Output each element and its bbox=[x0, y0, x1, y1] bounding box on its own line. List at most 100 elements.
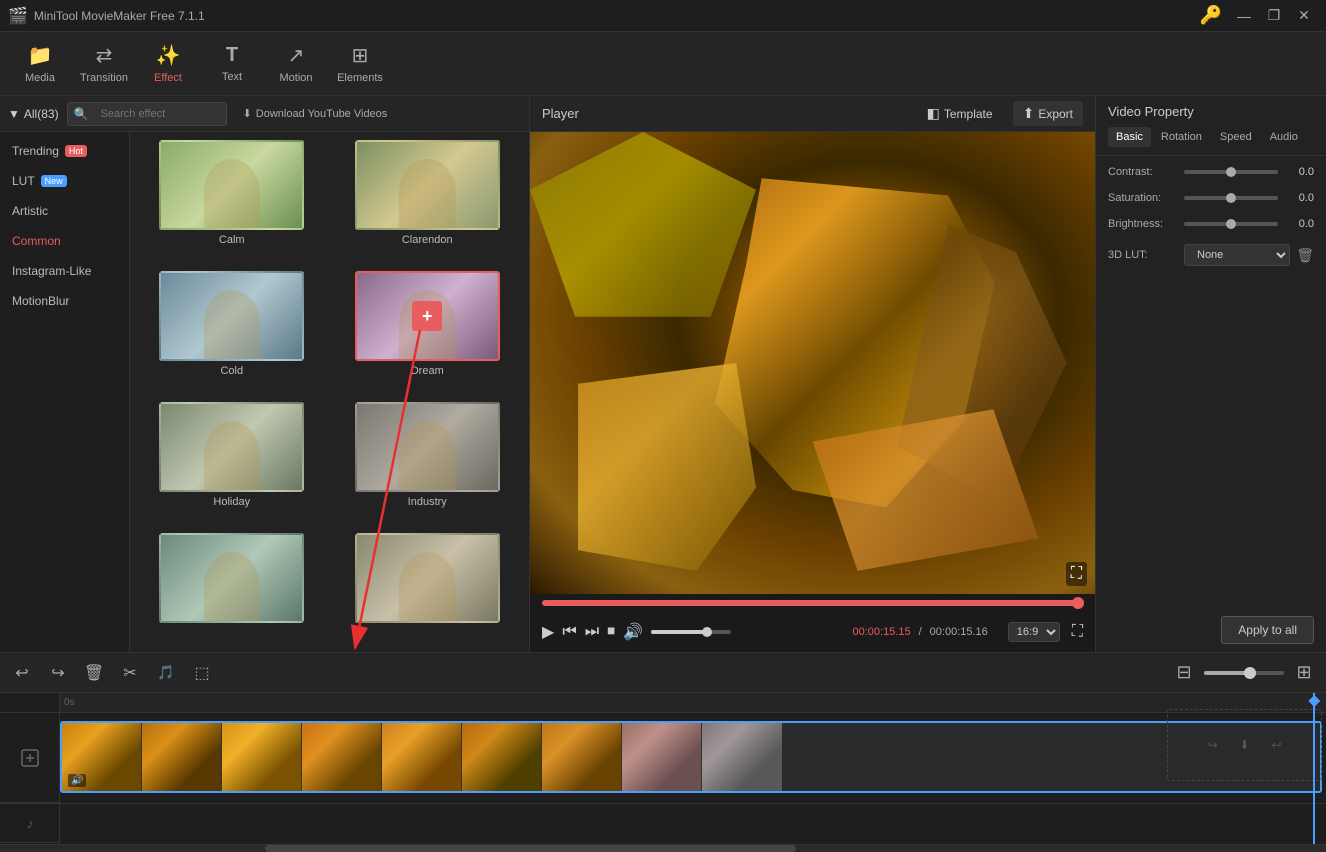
player-video: ⛶ bbox=[530, 132, 1095, 594]
volume-slider[interactable] bbox=[651, 630, 731, 634]
video-frame bbox=[530, 132, 1095, 594]
toolbar-motion[interactable]: ↗ Motion bbox=[264, 36, 328, 92]
download-youtube-button[interactable]: ⬇ Download YouTube Videos bbox=[243, 107, 388, 120]
effect-thumb-dream[interactable]: + bbox=[355, 271, 500, 361]
delete-button[interactable]: 🗑 bbox=[80, 659, 108, 687]
effect-thumb-holiday[interactable] bbox=[159, 402, 304, 492]
template-icon: ◧ bbox=[927, 105, 940, 122]
progress-bar[interactable] bbox=[542, 600, 1083, 606]
effect-cold[interactable]: Cold bbox=[138, 271, 326, 394]
audio-indicator: 🔊 bbox=[68, 774, 86, 787]
export-button[interactable]: ⬆ Export bbox=[1013, 101, 1083, 126]
toolbar-media[interactable]: 📁 Media bbox=[8, 36, 72, 92]
text-icon: T bbox=[226, 44, 238, 67]
saturation-label: Saturation: bbox=[1108, 192, 1178, 204]
playhead[interactable]: 15.6s bbox=[1313, 693, 1315, 844]
effect-thumb-industry[interactable] bbox=[355, 402, 500, 492]
all-effects-badge[interactable]: ▼ All(83) bbox=[8, 107, 59, 121]
sidebar-item-instagram[interactable]: Instagram-Like bbox=[0, 256, 129, 286]
video-frame-2 bbox=[142, 723, 222, 791]
transition-slot-1[interactable]: ↪ ⬇ ↩ bbox=[1167, 709, 1322, 781]
split-button[interactable]: ✂ bbox=[116, 659, 144, 687]
time-current: 00:00:15.15 bbox=[852, 626, 910, 638]
add-dream-button[interactable]: + bbox=[412, 301, 442, 331]
video-clip[interactable]: 🔊 bbox=[60, 721, 1322, 793]
stop-button[interactable]: ⏹ bbox=[607, 623, 615, 641]
next-frame-button[interactable]: ⏭ bbox=[585, 623, 599, 641]
video-frame-5 bbox=[382, 723, 462, 791]
contrast-thumb[interactable] bbox=[1226, 167, 1236, 177]
apply-all-button[interactable]: Apply to all bbox=[1221, 616, 1314, 644]
toolbar: 📁 Media ⇄ Transition ✨ Effect T Text ↗ M… bbox=[0, 32, 1326, 96]
tab-speed[interactable]: Speed bbox=[1212, 127, 1260, 147]
lut-delete-button[interactable]: 🗑 bbox=[1296, 247, 1314, 264]
effect-thumb-b2[interactable] bbox=[355, 533, 500, 623]
video-property-title: Video Property bbox=[1108, 104, 1314, 119]
horizontal-scrollbar[interactable] bbox=[0, 844, 1326, 852]
crop-button[interactable]: ⬚ bbox=[188, 659, 216, 687]
toolbar-elements[interactable]: ⊞ Elements bbox=[328, 36, 392, 92]
hot-badge: Hot bbox=[65, 145, 87, 157]
effect-thumb-clarendon[interactable] bbox=[355, 140, 500, 230]
saturation-slider[interactable] bbox=[1184, 196, 1278, 200]
lut-select[interactable]: None bbox=[1184, 244, 1290, 266]
effect-holiday[interactable]: Holiday bbox=[138, 402, 326, 525]
zoom-out-button[interactable]: ⊟ bbox=[1170, 659, 1198, 687]
motion-icon: ↗ bbox=[288, 43, 305, 68]
effect-thumb-b1[interactable] bbox=[159, 533, 304, 623]
toolbar-transition[interactable]: ⇄ Transition bbox=[72, 36, 136, 92]
zoom-slider[interactable] bbox=[1204, 671, 1284, 675]
zoom-thumb[interactable] bbox=[1244, 667, 1256, 679]
export-icon: ⬆ bbox=[1023, 105, 1035, 122]
sidebar-item-artistic[interactable]: Artistic bbox=[0, 196, 129, 226]
effect-calm[interactable]: Calm bbox=[138, 140, 326, 263]
toolbar-effect[interactable]: ✨ Effect bbox=[136, 36, 200, 92]
lut-row: 3D LUT: None 🗑 bbox=[1108, 244, 1314, 266]
redo-button[interactable]: ↪ bbox=[44, 659, 72, 687]
tab-rotation[interactable]: Rotation bbox=[1153, 127, 1210, 147]
effect-b1[interactable] bbox=[138, 533, 326, 644]
zoom-in-button[interactable]: ⊞ bbox=[1290, 659, 1318, 687]
play-button[interactable]: ▶ bbox=[542, 622, 554, 642]
expand-button[interactable]: ⛶ bbox=[1066, 562, 1087, 586]
undo-button[interactable]: ↩ bbox=[8, 659, 36, 687]
effect-dream[interactable]: + Dream bbox=[334, 271, 522, 394]
progress-thumb[interactable] bbox=[1072, 597, 1084, 609]
search-input[interactable] bbox=[93, 105, 213, 123]
effects-panel-header: ▼ All(83) 🔍 ⬇ Download YouTube Videos bbox=[0, 96, 529, 132]
effect-thumb-calm[interactable] bbox=[159, 140, 304, 230]
effect-clarendon[interactable]: Clarendon bbox=[334, 140, 522, 263]
volume-button[interactable]: 🔊 bbox=[623, 622, 643, 642]
restore-button[interactable]: ❐ bbox=[1260, 6, 1288, 26]
sidebar-item-lut[interactable]: LUT New bbox=[0, 166, 129, 196]
timeline-body: ♪ 0s 15.6s bbox=[0, 693, 1326, 844]
player-header: Player ◧ Template ⬆ Export bbox=[530, 96, 1095, 132]
sidebar-item-common[interactable]: Common bbox=[0, 226, 129, 256]
effect-b2[interactable] bbox=[334, 533, 522, 644]
aspect-ratio-select[interactable]: 16:9 9:16 1:1 4:3 bbox=[1008, 622, 1060, 642]
time-separator: / bbox=[919, 626, 922, 638]
sidebar-item-trending[interactable]: Trending Hot bbox=[0, 136, 129, 166]
brightness-thumb[interactable] bbox=[1226, 219, 1236, 229]
effect-industry[interactable]: Industry bbox=[334, 402, 522, 525]
minimize-button[interactable]: — bbox=[1230, 6, 1258, 26]
scrollbar-thumb[interactable] bbox=[265, 845, 795, 852]
effect-thumb-cold[interactable] bbox=[159, 271, 304, 361]
add-media-icon[interactable] bbox=[0, 713, 60, 803]
tab-audio[interactable]: Audio bbox=[1262, 127, 1306, 147]
saturation-thumb[interactable] bbox=[1226, 193, 1236, 203]
brightness-slider[interactable] bbox=[1184, 222, 1278, 226]
audio-button[interactable]: 🎵 bbox=[152, 659, 180, 687]
prev-frame-button[interactable]: ⏮ bbox=[562, 623, 576, 641]
tab-basic[interactable]: Basic bbox=[1108, 127, 1151, 147]
app-icon: 🎬 bbox=[8, 6, 28, 26]
key-icon[interactable]: 🔑 bbox=[1200, 5, 1222, 26]
volume-thumb[interactable] bbox=[702, 627, 712, 637]
template-button[interactable]: ◧ Template bbox=[927, 105, 993, 122]
collapse-icon: ▼ bbox=[8, 107, 20, 121]
close-button[interactable]: ✕ bbox=[1290, 6, 1318, 26]
sidebar-item-motionblur[interactable]: MotionBlur bbox=[0, 286, 129, 316]
fullscreen-button[interactable]: ⛶ bbox=[1072, 623, 1083, 641]
contrast-slider[interactable] bbox=[1184, 170, 1278, 174]
toolbar-text[interactable]: T Text bbox=[200, 36, 264, 92]
